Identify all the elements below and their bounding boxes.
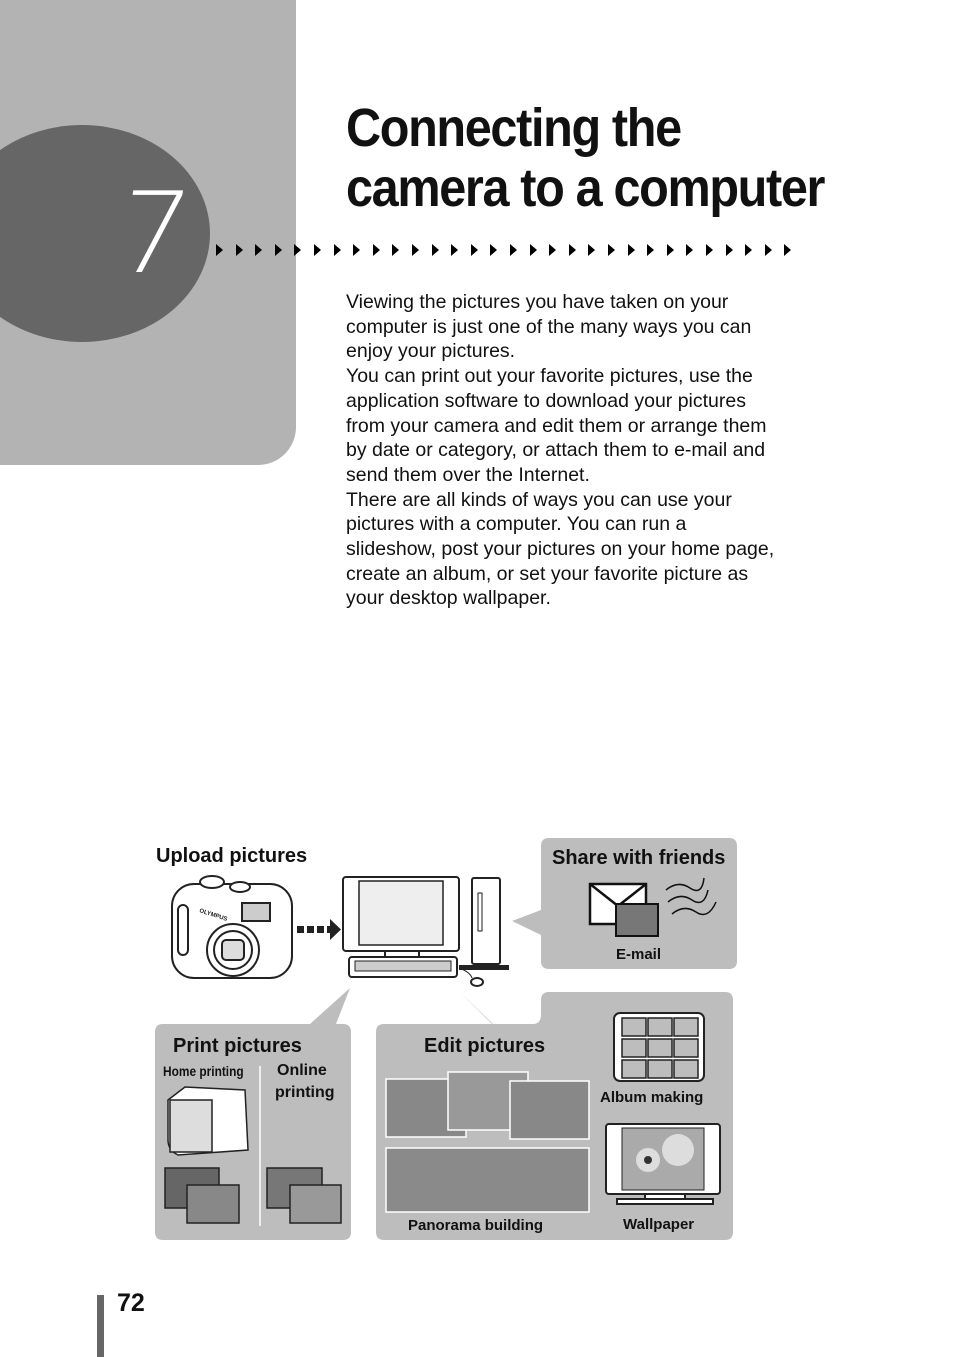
upload-pictures-label: Upload pictures (156, 845, 308, 867)
computer-icon (342, 876, 509, 987)
wallpaper-label: Wallpaper (623, 1216, 695, 1233)
diagram-shapes: OLYMPUS (155, 838, 737, 1240)
edit-pictures-label: Edit pictures (424, 1035, 546, 1057)
share-with-friends-label: Share with friends (552, 847, 726, 869)
home-printing-label: Home printing (163, 1063, 244, 1079)
upload-arrow-icon (297, 919, 341, 940)
page-number-bar (97, 1295, 104, 1357)
camera-icon: OLYMPUS (171, 875, 293, 979)
printer-icon (167, 1086, 249, 1156)
album-icon (613, 1012, 705, 1082)
online-printing-label-2: printing (275, 1084, 335, 1101)
online-printing-label-1: Online (277, 1062, 327, 1079)
album-making-label: Album making (600, 1089, 704, 1106)
print-pictures-label: Print pictures (173, 1035, 302, 1057)
usage-diagram: OLYMPUS Upload pictures Share with frien… (0, 0, 954, 1357)
panorama-building-label: Panorama building (408, 1217, 544, 1234)
wallpaper-monitor-icon (605, 1123, 721, 1205)
email-label: E-mail (616, 946, 662, 963)
page-number: 72 (117, 1289, 145, 1317)
